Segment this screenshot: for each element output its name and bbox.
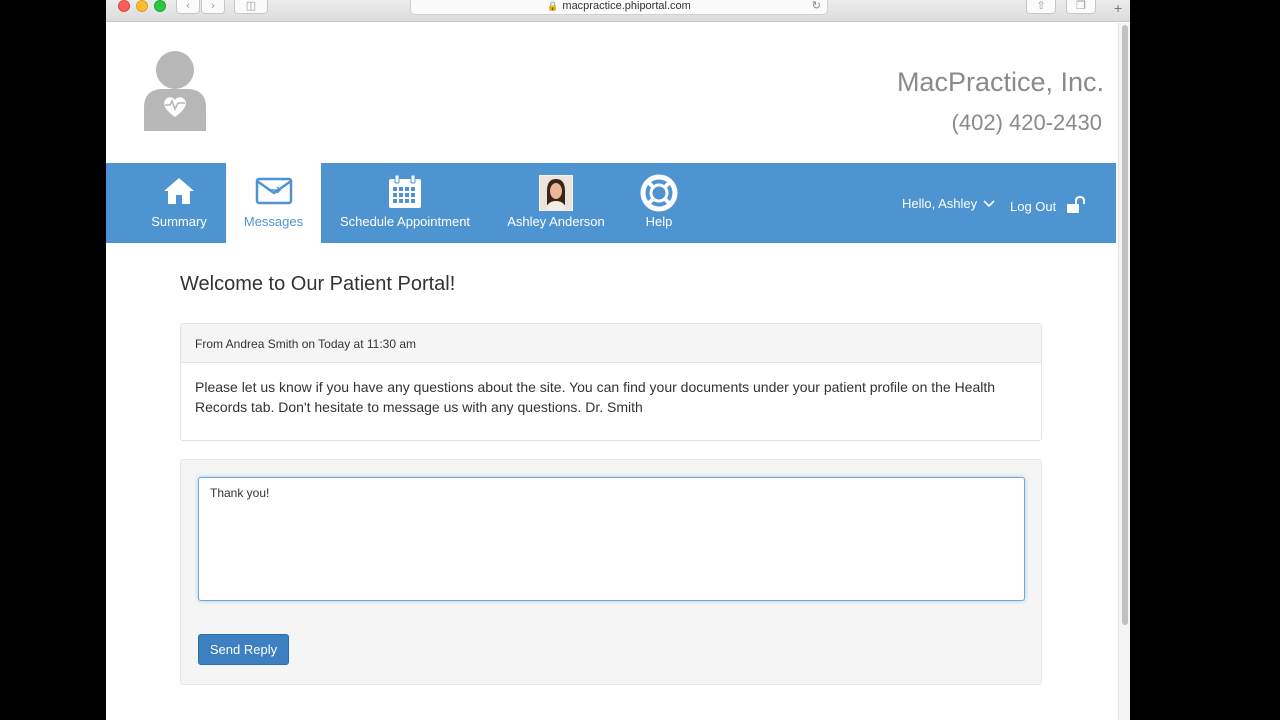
reply-textarea[interactable]: Thank you!: [198, 477, 1025, 601]
chevron-down-icon: [983, 196, 995, 211]
nav-profile-label: Ashley Anderson: [507, 214, 605, 229]
nav-summary-label: Summary: [151, 214, 207, 229]
unlock-icon: [1066, 195, 1085, 213]
nav-help-label: Help: [645, 214, 673, 229]
envelope-icon: [255, 177, 292, 205]
close-window-button[interactable]: [118, 0, 130, 12]
lock-icon: 🔒: [547, 1, 559, 11]
back-button[interactable]: ‹: [176, 0, 200, 14]
address-bar[interactable]: 🔒 macpractice.phiportal.com ↻: [410, 0, 828, 15]
user-menu-toggle[interactable]: Hello, Ashley: [902, 196, 995, 211]
page-title: Welcome to Our Patient Portal!: [180, 273, 456, 295]
browser-window: ‹ › ◫ 🔒 macpractice.phiportal.com ↻ ⇧ ❐ +…: [106, 0, 1130, 720]
vertical-scrollbar[interactable]: [1118, 23, 1130, 720]
lifebuoy-icon: [640, 174, 678, 212]
main-content: Welcome to Our Patient Portal! From Andr…: [106, 243, 1116, 720]
tabs-icon: ❐: [1076, 0, 1086, 12]
browser-toolbar: ‹ › ◫ 🔒 macpractice.phiportal.com ↻ ⇧ ❐ +: [106, 0, 1130, 22]
reply-card: Thank you! Send Reply: [180, 459, 1042, 685]
chevron-right-icon: ›: [210, 0, 216, 12]
nav-summary[interactable]: Summary: [138, 163, 220, 243]
share-icon: ⇧: [1036, 0, 1046, 12]
message-body: Please let us know if you have any quest…: [195, 379, 996, 415]
nav-profile[interactable]: Ashley Anderson: [501, 163, 611, 243]
practice-name: MacPractice, Inc.: [896, 67, 1104, 97]
sidebar-toggle-button[interactable]: ◫: [234, 0, 268, 14]
minimize-window-button[interactable]: [136, 0, 148, 12]
practice-phone: (402) 420-2430: [951, 110, 1102, 135]
nav-messages[interactable]: Messages: [226, 163, 321, 243]
nav-schedule-appointment[interactable]: Schedule Appointment: [331, 163, 479, 243]
new-tab-plus-icon[interactable]: +: [1114, 0, 1122, 16]
send-reply-button[interactable]: Send Reply: [198, 634, 289, 665]
url-text: macpractice.phiportal.com: [562, 0, 691, 12]
chevron-left-icon: ‹: [185, 0, 191, 12]
user-greeting: Hello, Ashley: [902, 196, 978, 211]
forward-button[interactable]: ›: [201, 0, 225, 14]
scrollbar-thumb[interactable]: [1122, 25, 1128, 625]
profile-photo: [539, 175, 573, 211]
patient-logo-icon: [144, 51, 206, 131]
home-icon: [164, 178, 194, 204]
portal-header: MacPractice, Inc. (402) 420-2430: [106, 23, 1116, 163]
sidebar-icon: ◫: [245, 0, 257, 12]
nav-help[interactable]: Help: [626, 163, 692, 243]
nav-schedule-label: Schedule Appointment: [339, 214, 471, 229]
logout-label: Log Out: [1010, 199, 1057, 214]
calendar-icon: [389, 174, 421, 208]
message-card: From Andrea Smith on Today at 11:30 am P…: [180, 323, 1042, 441]
zoom-window-button[interactable]: [154, 0, 166, 12]
share-button[interactable]: ⇧: [1026, 0, 1056, 14]
main-navbar: Summary Messages Schedule Appointment As…: [106, 163, 1116, 243]
logout-button[interactable]: Log Out: [1010, 195, 1086, 214]
reload-icon[interactable]: ↻: [812, 0, 821, 12]
message-header: From Andrea Smith on Today at 11:30 am: [181, 324, 1041, 363]
tabs-overview-button[interactable]: ❐: [1066, 0, 1096, 14]
nav-messages-label: Messages: [243, 214, 304, 229]
